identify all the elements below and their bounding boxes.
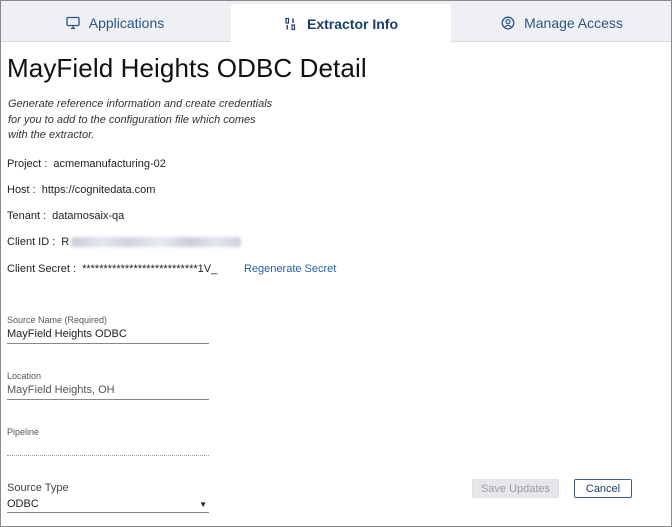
project-value: acmemanufacturing-02 bbox=[53, 158, 166, 170]
client-secret-row: Client Secret : *************************… bbox=[7, 263, 217, 275]
tab-applications[interactable]: Applications bbox=[1, 4, 229, 42]
client-secret-label: Client Secret : bbox=[7, 263, 77, 275]
source-name-input[interactable]: MayField Heights ODBC bbox=[7, 328, 209, 342]
app-window: Applications Extractor Info Manage Acces… bbox=[0, 0, 672, 527]
project-row: Project : acmemanufacturing-02 bbox=[7, 158, 166, 170]
tenant-row: Tenant : datamosaix-qa bbox=[7, 210, 124, 222]
monitor-icon bbox=[66, 16, 80, 30]
host-value: https://cognitedata.com bbox=[41, 184, 156, 196]
pipeline-field[interactable]: Pipeline bbox=[7, 427, 209, 456]
source-type-select[interactable]: ODBC ▼ bbox=[7, 497, 209, 511]
tab-applications-label: Applications bbox=[88, 15, 165, 31]
source-type-value: ODBC bbox=[7, 498, 39, 510]
pipeline-underline bbox=[7, 455, 209, 456]
tab-extractor-info[interactable]: Extractor Info bbox=[231, 4, 451, 43]
user-circle-icon bbox=[501, 16, 515, 30]
source-name-underline bbox=[7, 343, 209, 344]
caret-down-icon: ▼ bbox=[199, 499, 207, 509]
tab-manage-access[interactable]: Manage Access bbox=[453, 4, 671, 42]
tenant-value: datamosaix-qa bbox=[52, 210, 125, 222]
client-id-value: R bbox=[61, 236, 70, 248]
page-description: Generate reference information and creat… bbox=[8, 98, 273, 141]
source-type-underline bbox=[7, 512, 209, 513]
source-type-field[interactable]: Source Type ODBC ▼ bbox=[7, 482, 209, 513]
location-field[interactable]: Location MayField Heights, OH bbox=[7, 371, 209, 400]
regenerate-secret-link[interactable]: Regenerate Secret bbox=[244, 263, 336, 275]
location-underline bbox=[7, 399, 209, 400]
cancel-button[interactable]: Cancel bbox=[574, 479, 632, 498]
pipeline-input[interactable] bbox=[7, 440, 209, 454]
location-label: Location bbox=[7, 371, 42, 381]
tab-manage-access-label: Manage Access bbox=[524, 15, 623, 31]
tab-bar: Applications Extractor Info Manage Acces… bbox=[1, 1, 671, 43]
host-row: Host : https://cognitedata.com bbox=[7, 184, 155, 196]
tenant-label: Tenant : bbox=[7, 210, 47, 222]
binary-icon bbox=[284, 17, 298, 31]
host-label: Host : bbox=[7, 184, 36, 196]
source-name-label: Source Name (Required) bbox=[7, 315, 108, 325]
client-id-redacted bbox=[71, 237, 242, 248]
source-name-field[interactable]: Source Name (Required) MayField Heights … bbox=[7, 315, 209, 344]
client-secret-value: ***************************1V_ bbox=[82, 263, 218, 275]
client-id-row: Client ID : R bbox=[7, 236, 242, 248]
pipeline-label: Pipeline bbox=[7, 427, 40, 437]
client-id-label: Client ID : bbox=[7, 236, 56, 248]
source-type-label: Source Type bbox=[7, 482, 69, 494]
tab-extractor-info-label: Extractor Info bbox=[306, 15, 398, 32]
project-label: Project : bbox=[7, 158, 48, 170]
page-title: MayField Heights ODBC Detail bbox=[7, 53, 367, 83]
location-input[interactable]: MayField Heights, OH bbox=[7, 384, 209, 398]
save-updates-button[interactable]: Save Updates bbox=[472, 479, 559, 498]
